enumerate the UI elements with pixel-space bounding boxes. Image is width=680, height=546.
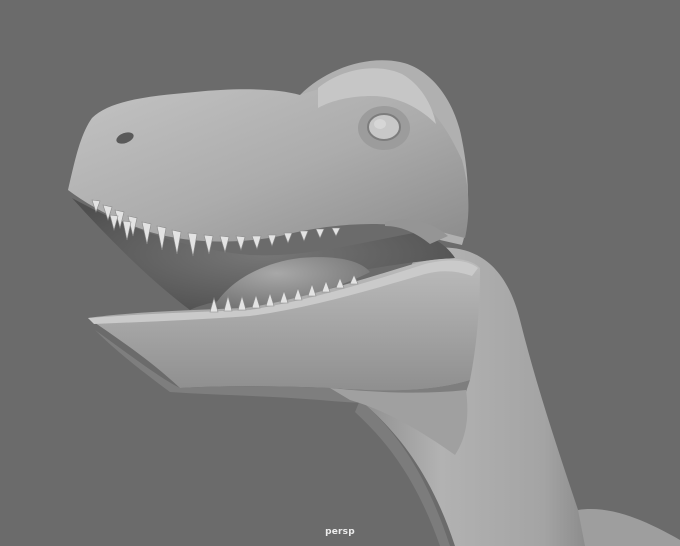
eye-highlight <box>374 119 386 129</box>
dinosaur-head-model[interactable] <box>0 0 680 546</box>
camera-name-label: persp <box>325 527 355 537</box>
maya-perspective-viewport[interactable]: persp <box>0 0 680 546</box>
upper-snout <box>68 81 469 242</box>
